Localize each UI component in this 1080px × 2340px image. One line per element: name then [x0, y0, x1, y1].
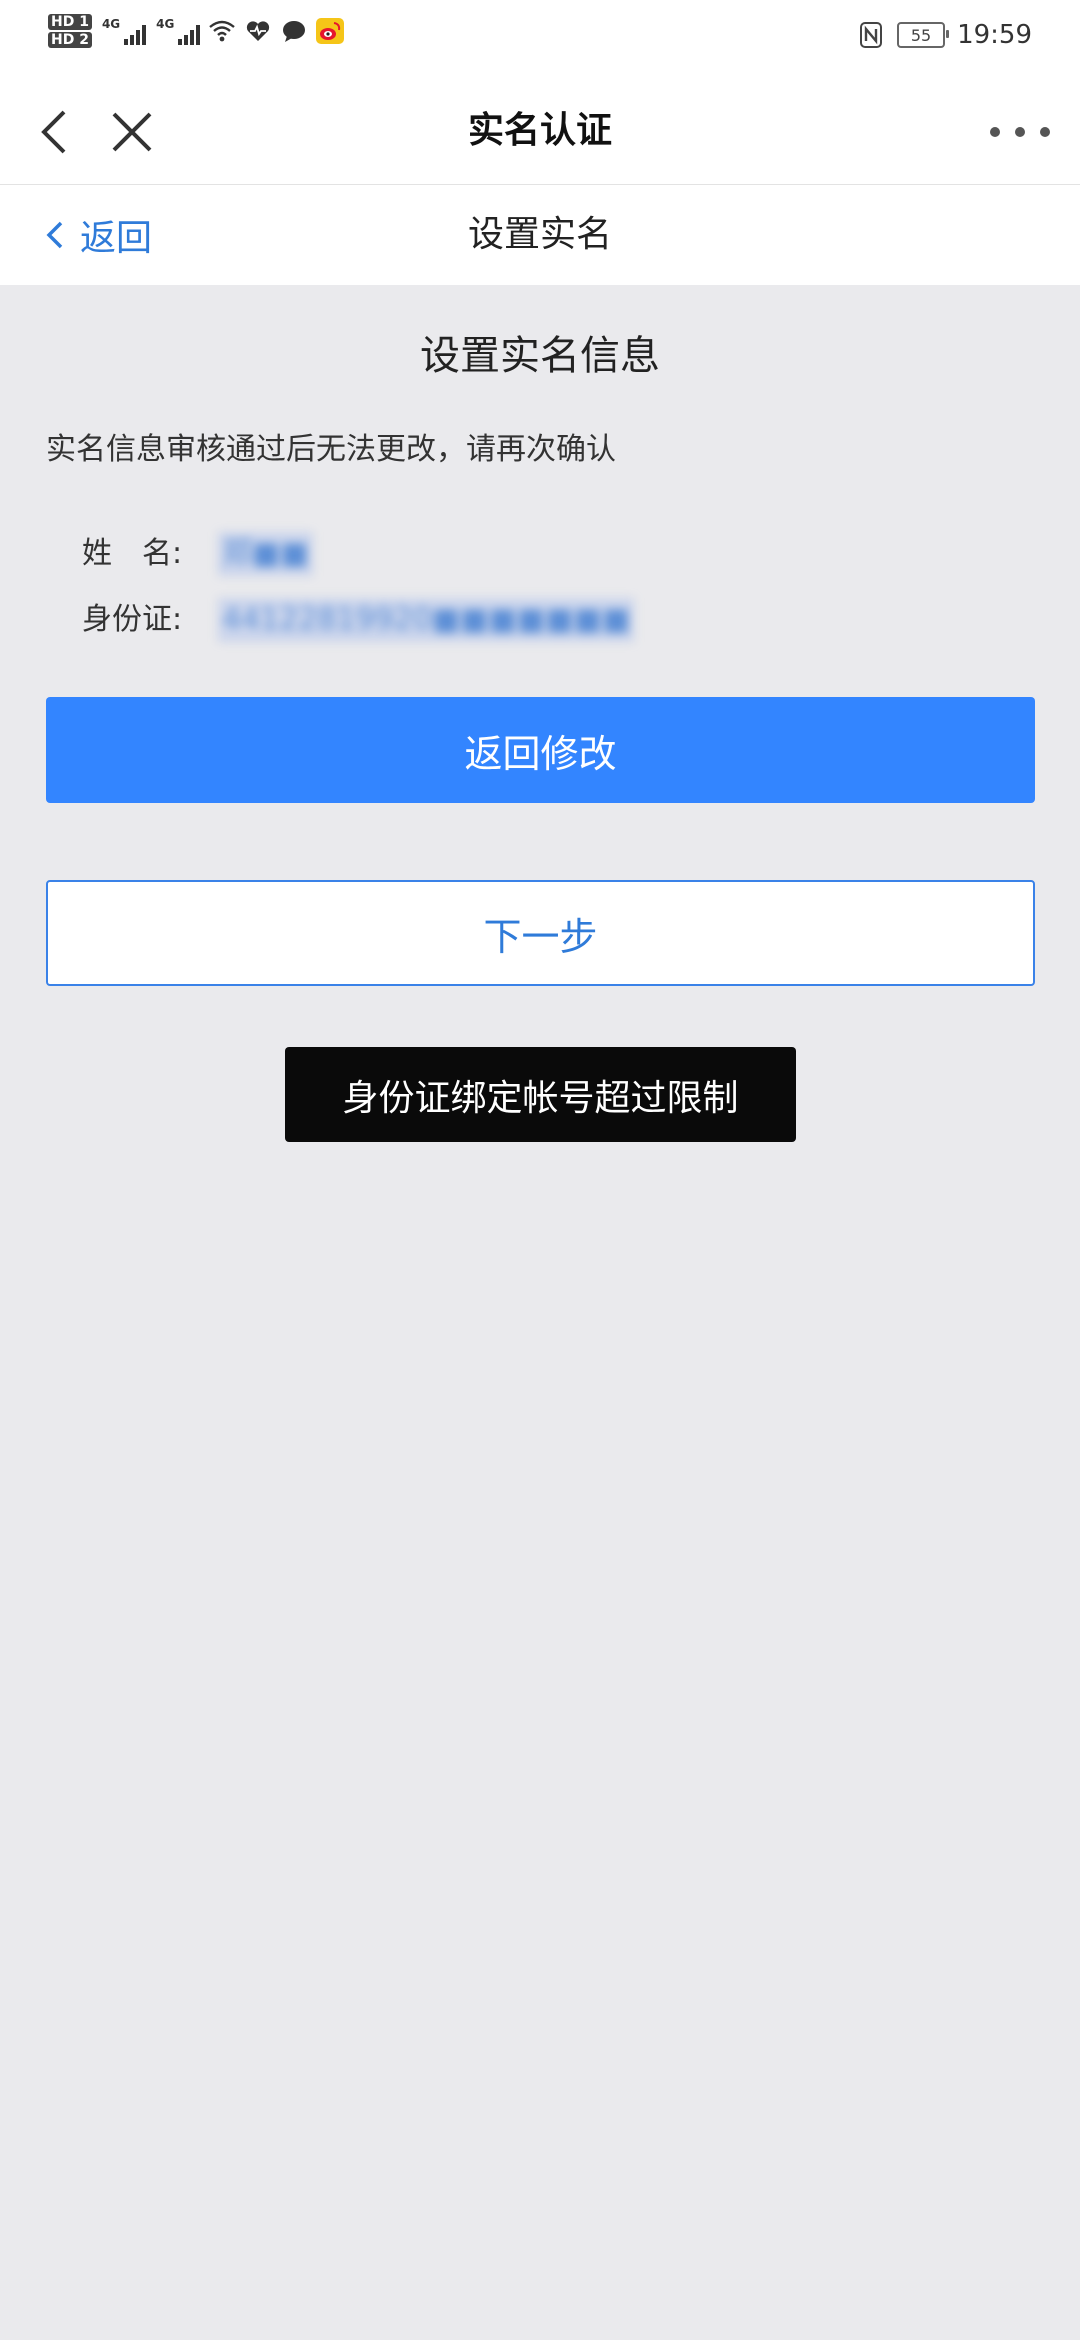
return-modify-button[interactable]: 返回修改 [46, 697, 1035, 803]
sub-header: 返回 设置实名 [0, 185, 1080, 285]
battery-indicator: 55 [897, 22, 950, 48]
id-row: 身份证: 44122819920■■■■■■■ [82, 598, 635, 642]
more-options-button[interactable] [990, 114, 1050, 150]
status-right: 55 19:59 [857, 20, 1032, 50]
more-dot-icon [1015, 127, 1025, 137]
sim1-label: HD 1 [48, 14, 92, 30]
name-row: 姓 名: 郑■■ [82, 532, 313, 576]
id-value: 44122819920■■■■■■■ [218, 598, 635, 642]
message-icon [280, 17, 308, 45]
nfc-icon [857, 21, 885, 49]
sim-indicators: HD 1 HD 2 [48, 14, 92, 48]
more-dot-icon [1040, 127, 1050, 137]
section-heading: 设置实名信息 [420, 333, 660, 379]
more-dot-icon [990, 127, 1000, 137]
signal-2-icon: 4G [156, 17, 201, 45]
sim2-label: HD 2 [48, 32, 92, 48]
top-navigation-bar: 实名认证 [0, 78, 1080, 185]
signal-1-icon: 4G [101, 17, 147, 45]
status-left: HD 1 HD 2 4G 4G [48, 14, 345, 48]
weibo-icon [316, 17, 345, 45]
toast-message: 身份证绑定帐号超过限制 [285, 1047, 796, 1142]
battery-level: 55 [910, 25, 932, 45]
health-icon [244, 17, 272, 45]
name-value: 郑■■ [218, 532, 313, 576]
id-label: 身份证: [82, 602, 183, 637]
next-step-button[interactable]: 下一步 [46, 880, 1035, 986]
network-1-label: 4G [101, 17, 121, 31]
network-2-label: 4G [156, 17, 175, 31]
wifi-icon [208, 17, 236, 45]
status-bar: HD 1 HD 2 4G 4G 55 19:59 [0, 0, 1080, 78]
sub-header-title: 设置实名 [467, 214, 612, 255]
clock: 19:59 [957, 20, 1032, 50]
name-label: 姓 名: [82, 536, 183, 571]
confirmation-notice: 实名信息审核通过后无法更改，请再次确认 [46, 432, 616, 467]
page-title: 实名认证 [467, 110, 612, 151]
